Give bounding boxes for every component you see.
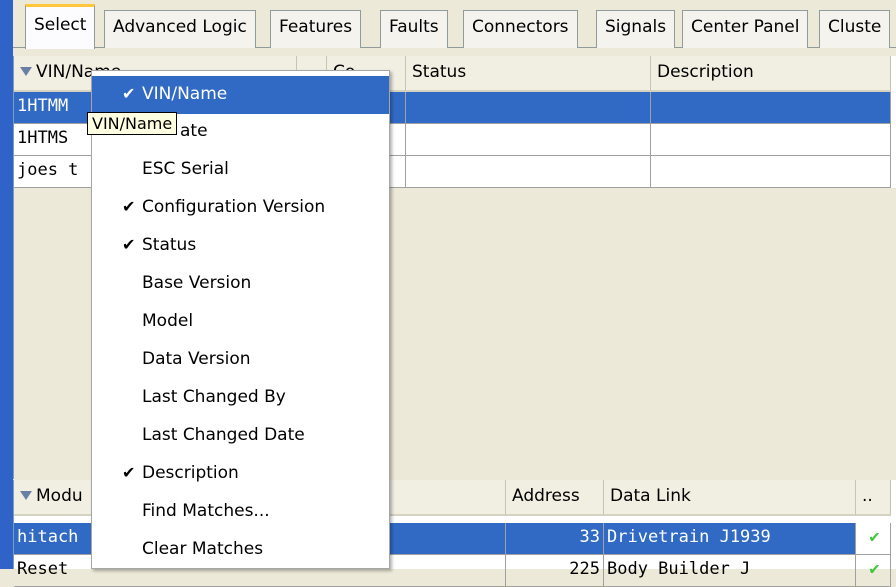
status-cell[interactable] (406, 124, 651, 156)
description-cell[interactable] (651, 124, 891, 156)
status-check-icon: ✔ (856, 555, 891, 587)
tab-signals[interactable]: Signals (596, 10, 676, 48)
menu-item-data-version[interactable]: Data Version (92, 341, 389, 379)
tab-connectors[interactable]: Connectors (463, 10, 578, 48)
status-cell[interactable] (406, 156, 651, 188)
menu-item-description[interactable]: ✔ Description (92, 455, 389, 493)
description-cell[interactable] (651, 92, 891, 124)
address-cell[interactable]: 33 (506, 523, 604, 555)
tooltip: VIN/Name (87, 112, 178, 135)
window-edge (0, 0, 13, 569)
menu-item-vin-name[interactable]: ✔ VIN/Name (92, 76, 389, 114)
menu-item-esc-serial[interactable]: ESC Serial (92, 151, 389, 189)
menu-item-configuration-version[interactable]: ✔ Configuration Version (92, 189, 389, 227)
data-link-cell[interactable]: Drivetrain J1939 (604, 523, 856, 555)
tab-features[interactable]: Features (270, 10, 362, 48)
check-icon: ✔ (122, 235, 136, 254)
menu-item-model[interactable]: Model (92, 303, 389, 341)
menu-item-clear-matches[interactable]: Clear Matches (92, 531, 389, 569)
status-cell[interactable] (406, 92, 651, 124)
tab-advanced-logic[interactable]: Advanced Logic (104, 10, 256, 48)
tab-center-panel[interactable]: Center Panel (682, 10, 809, 48)
menu-item-status[interactable]: ✔ Status (92, 227, 389, 265)
column-header-data-link[interactable]: Data Link (604, 480, 856, 516)
filter-icon[interactable] (20, 490, 32, 500)
data-link-cell[interactable]: Body Builder J (604, 555, 856, 587)
filter-icon[interactable] (20, 66, 32, 76)
tab-cluster[interactable]: Cluste (819, 10, 891, 48)
menu-item-last-changed-by[interactable]: Last Changed By (92, 379, 389, 417)
check-icon: ✔ (122, 463, 136, 482)
tab-select[interactable]: Select (25, 4, 96, 49)
column-header-status[interactable]: Status (406, 56, 651, 92)
column-header-address[interactable]: Address (506, 480, 604, 516)
column-header-more[interactable]: .. (856, 480, 891, 516)
menu-item-base-version[interactable]: Base Version (92, 265, 389, 303)
tab-faults[interactable]: Faults (380, 10, 448, 48)
description-cell[interactable] (651, 156, 891, 188)
tab-bar: Select Advanced Logic Features Faults Co… (13, 0, 896, 49)
check-icon: ✔ (122, 197, 136, 216)
address-cell[interactable]: 225 (506, 555, 604, 587)
menu-item-last-changed-date[interactable]: Last Changed Date (92, 417, 389, 455)
column-context-menu: ✔ VIN/Name ate ESC Serial ✔ Configuration … (91, 70, 390, 569)
check-icon: ✔ (122, 84, 136, 103)
column-header-description[interactable]: Description (651, 56, 891, 92)
status-check-icon: ✔ (856, 523, 891, 555)
menu-item-find-matches[interactable]: Find Matches... (92, 493, 389, 531)
